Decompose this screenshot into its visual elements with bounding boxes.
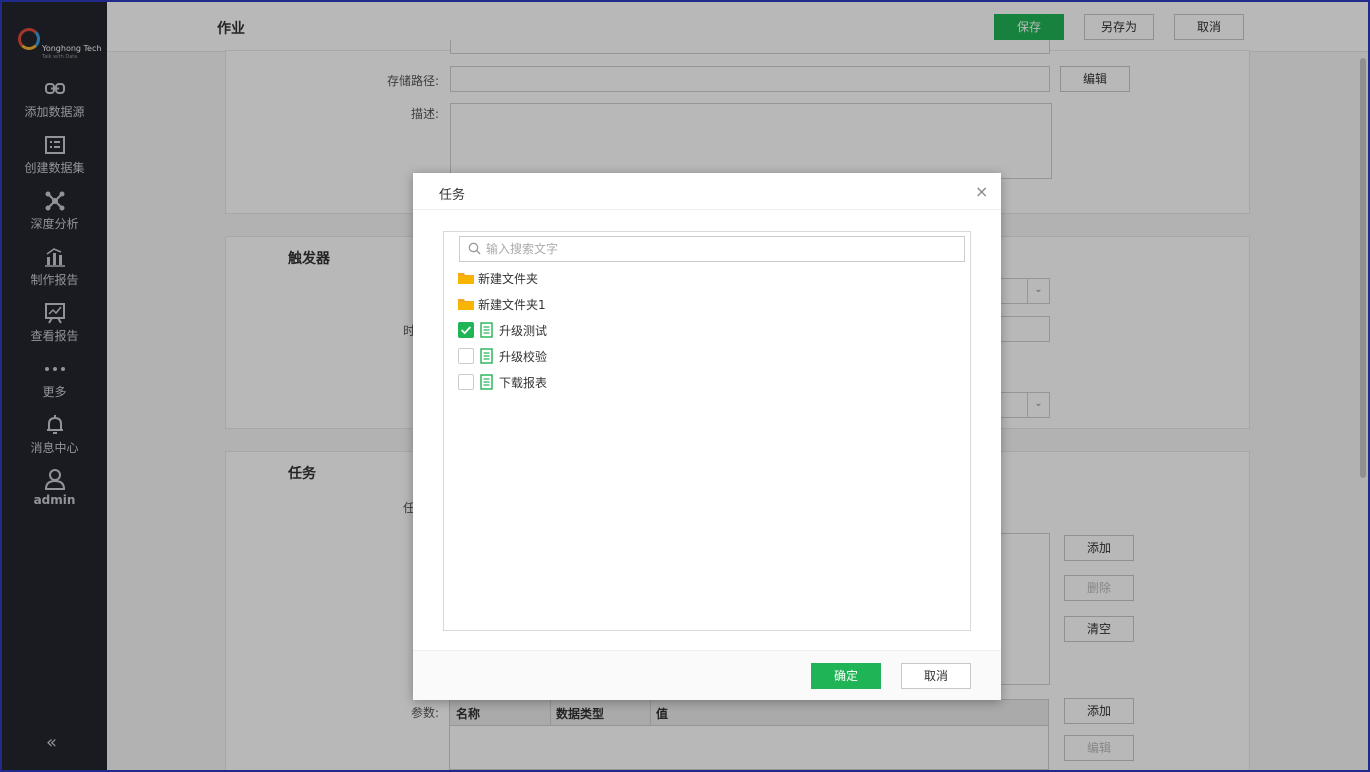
checkbox-checked[interactable] xyxy=(458,322,474,338)
search-box[interactable] xyxy=(459,236,965,262)
report-file-icon xyxy=(480,374,493,390)
task-tree: 新建文件夹 新建文件夹1 升级测试 升级校验 下载报表 xyxy=(443,231,971,631)
tree-item-report[interactable]: 升级校验 xyxy=(458,346,858,366)
report-file-icon xyxy=(480,322,493,338)
close-icon[interactable]: × xyxy=(975,182,988,201)
dialog-header: 任务 × xyxy=(413,173,1001,210)
folder-icon xyxy=(458,299,474,310)
checkbox[interactable] xyxy=(458,348,474,364)
tree-item-label: 升级校验 xyxy=(499,350,548,364)
tree-item-folder[interactable]: 新建文件夹 xyxy=(458,268,858,288)
tree-item-label: 新建文件夹1 xyxy=(478,298,546,312)
dialog-cancel-button[interactable]: 取消 xyxy=(901,663,971,689)
confirm-button[interactable]: 确定 xyxy=(811,663,881,689)
tree-item-folder[interactable]: 新建文件夹1 xyxy=(458,294,858,314)
task-select-dialog: 任务 × 新建文件夹 新建文件夹1 升级测试 升级校验 下载报表 xyxy=(413,173,1001,700)
search-input[interactable] xyxy=(486,240,956,258)
tree-item-label: 下载报表 xyxy=(499,376,548,390)
search-icon xyxy=(468,242,481,255)
checkbox[interactable] xyxy=(458,374,474,390)
report-file-icon xyxy=(480,348,493,364)
dialog-title: 任务 xyxy=(439,188,466,203)
tree-item-report[interactable]: 升级测试 xyxy=(458,320,858,340)
tree-item-label: 升级测试 xyxy=(499,324,548,338)
tree-item-report[interactable]: 下载报表 xyxy=(458,372,858,392)
tree-item-label: 新建文件夹 xyxy=(478,272,539,286)
dialog-footer: 确定 取消 xyxy=(413,650,1001,700)
folder-icon xyxy=(458,273,474,284)
checkmark-icon xyxy=(461,326,472,335)
